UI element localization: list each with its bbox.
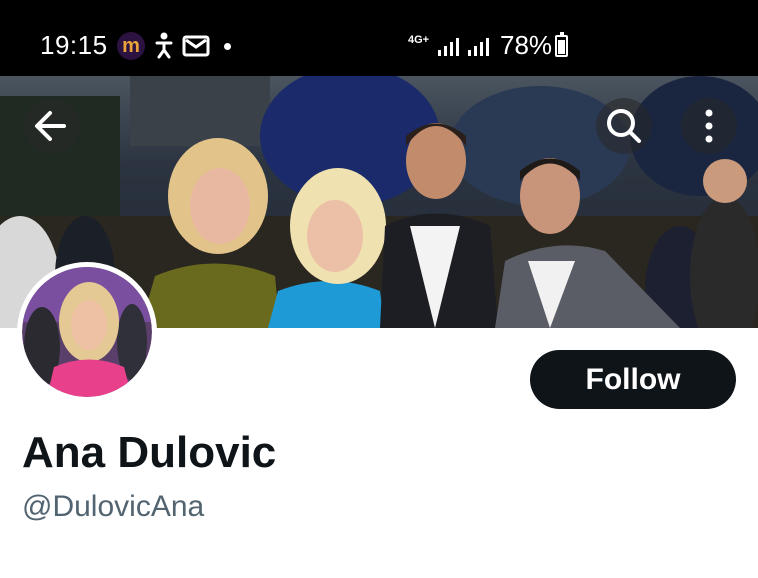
app-notification-icon: m xyxy=(117,32,145,60)
profile-display-name: Ana Dulovic xyxy=(22,428,277,477)
mail-icon xyxy=(182,33,210,62)
network-type-label: 4G+ xyxy=(408,34,430,46)
search-button[interactable] xyxy=(596,98,652,154)
accessibility-icon xyxy=(152,31,176,64)
battery-icon xyxy=(555,32,568,57)
follow-button[interactable]: Follow xyxy=(530,350,736,409)
back-button[interactable] xyxy=(24,98,80,154)
avatar-photo xyxy=(22,267,152,397)
status-bar: 19:15 m 4G+ 78% xyxy=(0,0,758,76)
more-options-button[interactable] xyxy=(681,98,737,154)
status-time: 19:15 xyxy=(40,30,108,60)
more-vertical-icon xyxy=(705,109,713,143)
search-icon xyxy=(607,109,641,143)
signal-bars-icon xyxy=(437,36,463,63)
back-arrow-icon xyxy=(35,111,66,141)
battery-percentage: 78% xyxy=(500,30,553,60)
profile-avatar[interactable] xyxy=(17,262,157,402)
signal-bars-icon xyxy=(467,36,493,63)
more-notifications-dot xyxy=(224,43,231,50)
profile-handle: @DulovicAna xyxy=(22,490,205,523)
